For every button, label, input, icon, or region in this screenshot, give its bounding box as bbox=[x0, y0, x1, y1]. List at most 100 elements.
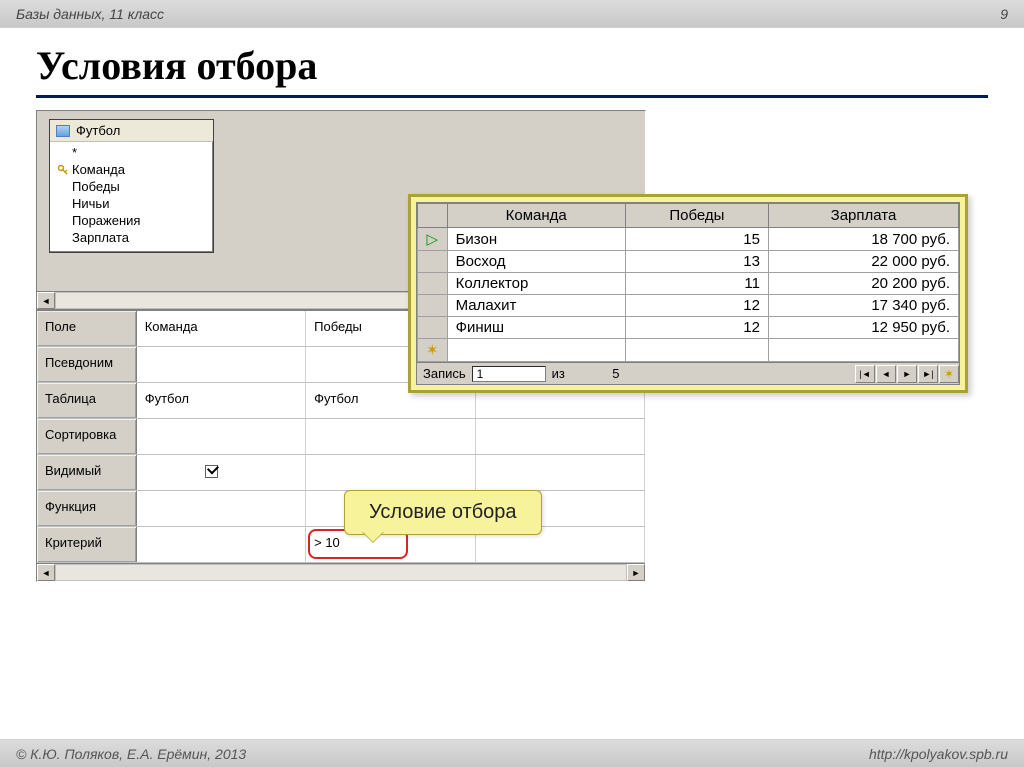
row-selector[interactable] bbox=[418, 273, 448, 295]
field-item[interactable]: Поражения bbox=[50, 212, 213, 229]
criteria-callout: Условие отбора bbox=[344, 490, 542, 535]
record-label: Запись bbox=[417, 366, 472, 381]
table-row[interactable]: ▷Бизон1518 700 руб. bbox=[418, 228, 959, 251]
copyright: © К.Ю. Поляков, Е.А. Ерёмин, 2013 bbox=[16, 746, 246, 762]
grid-row-header[interactable]: Функция bbox=[37, 491, 137, 526]
row-selector[interactable] bbox=[418, 295, 448, 317]
results-table[interactable]: Команда Победы Зарплата ▷Бизон1518 700 р… bbox=[417, 203, 959, 362]
cell-salary[interactable] bbox=[768, 339, 958, 362]
field-name: Команда bbox=[72, 162, 125, 177]
grid-row-header[interactable]: Таблица bbox=[37, 383, 137, 418]
nav-prev-button[interactable]: ◄ bbox=[876, 365, 896, 383]
slide-footer: © К.Ю. Поляков, Е.А. Ерёмин, 2013 http:/… bbox=[0, 739, 1024, 767]
row-selector-new[interactable]: ✶ bbox=[418, 339, 448, 362]
cell-team[interactable]: Восход bbox=[447, 251, 625, 273]
nav-first-button[interactable]: |◄ bbox=[855, 365, 875, 383]
field-item[interactable]: * bbox=[50, 144, 213, 161]
scroll-left-button[interactable]: ◄ bbox=[37, 564, 55, 581]
col-header[interactable]: Зарплата bbox=[768, 204, 958, 228]
field-name: Поражения bbox=[72, 213, 140, 228]
field-item[interactable]: Команда bbox=[50, 161, 213, 178]
field-name: * bbox=[72, 145, 77, 160]
grid-row: Критерий> 10 bbox=[37, 527, 645, 563]
grid-cell[interactable]: Команда bbox=[137, 311, 306, 346]
table-box-header[interactable]: Футбол bbox=[50, 120, 213, 142]
cell-team[interactable]: Бизон bbox=[447, 228, 625, 251]
grid-row-header[interactable]: Критерий bbox=[37, 527, 137, 562]
cell-salary[interactable]: 22 000 руб. bbox=[768, 251, 958, 273]
nav-last-button[interactable]: ►| bbox=[918, 365, 938, 383]
primary-key-icon bbox=[58, 165, 68, 175]
grid-cell[interactable] bbox=[137, 419, 306, 454]
cell-wins[interactable]: 11 bbox=[625, 273, 768, 295]
field-name: Победы bbox=[72, 179, 120, 194]
grid-row: Сортировка bbox=[37, 419, 645, 455]
callout-text: Условие отбора bbox=[369, 501, 517, 523]
page-title: Условия отбора bbox=[36, 42, 1024, 89]
slide-number: 9 bbox=[1000, 6, 1008, 22]
row-selector-header[interactable] bbox=[418, 204, 448, 228]
scroll-left-button[interactable]: ◄ bbox=[37, 292, 55, 309]
row-selector[interactable]: ▷ bbox=[418, 228, 448, 251]
field-item[interactable]: Зарплата bbox=[50, 229, 213, 246]
record-number-input[interactable]: 1 bbox=[472, 366, 546, 382]
cell-team[interactable] bbox=[447, 339, 625, 362]
cell-team[interactable]: Финиш bbox=[447, 317, 625, 339]
course-label: Базы данных, 11 класс bbox=[16, 6, 164, 22]
cell-wins[interactable]: 12 bbox=[625, 295, 768, 317]
field-name: Ничьи bbox=[72, 196, 109, 211]
grid-cell[interactable]: Футбол bbox=[137, 383, 306, 418]
cell-salary[interactable]: 20 200 руб. bbox=[768, 273, 958, 295]
grid-cell[interactable] bbox=[476, 455, 645, 490]
cell-team[interactable]: Малахит bbox=[447, 295, 625, 317]
grid-cell[interactable] bbox=[137, 455, 306, 490]
table-row[interactable]: Финиш1212 950 руб. bbox=[418, 317, 959, 339]
scroll-track[interactable] bbox=[55, 564, 627, 581]
cell-wins[interactable]: 12 bbox=[625, 317, 768, 339]
table-field-list[interactable]: * Команда Победы Ничьи ПораженияЗарплата bbox=[50, 142, 213, 252]
grid-row-header[interactable]: Видимый bbox=[37, 455, 137, 490]
title-underline bbox=[36, 95, 988, 98]
grid-cell[interactable] bbox=[476, 419, 645, 454]
table-row[interactable]: Восход1322 000 руб. bbox=[418, 251, 959, 273]
cell-salary[interactable]: 12 950 руб. bbox=[768, 317, 958, 339]
nav-next-button[interactable]: ► bbox=[897, 365, 917, 383]
grid-row: Видимый bbox=[37, 455, 645, 491]
table-row[interactable]: Коллектор1120 200 руб. bbox=[418, 273, 959, 295]
grid-cell[interactable] bbox=[137, 527, 306, 562]
scroll-right-button[interactable]: ► bbox=[627, 564, 645, 581]
of-label: из bbox=[546, 366, 571, 381]
grid-cell[interactable] bbox=[137, 491, 306, 526]
cell-team[interactable]: Коллектор bbox=[447, 273, 625, 295]
record-total: 5 bbox=[571, 366, 661, 381]
grid-row: Функция bbox=[37, 491, 645, 527]
lower-hscrollbar[interactable]: ◄ ► bbox=[37, 563, 645, 581]
row-selector[interactable] bbox=[418, 317, 448, 339]
footer-url: http://kpolyakov.spb.ru bbox=[869, 746, 1008, 762]
visible-checkbox[interactable] bbox=[205, 465, 218, 478]
cell-salary[interactable]: 17 340 руб. bbox=[768, 295, 958, 317]
grid-row-header[interactable]: Сортировка bbox=[37, 419, 137, 454]
slide-header: Базы данных, 11 класс 9 bbox=[0, 0, 1024, 28]
query-results-window: Команда Победы Зарплата ▷Бизон1518 700 р… bbox=[408, 194, 968, 393]
grid-row-header[interactable]: Поле bbox=[37, 311, 137, 346]
cell-wins[interactable]: 15 bbox=[625, 228, 768, 251]
new-record-row[interactable]: ✶ bbox=[418, 339, 959, 362]
table-row[interactable]: Малахит1217 340 руб. bbox=[418, 295, 959, 317]
cell-wins[interactable] bbox=[625, 339, 768, 362]
col-header[interactable]: Команда bbox=[447, 204, 625, 228]
cell-salary[interactable]: 18 700 руб. bbox=[768, 228, 958, 251]
field-item[interactable]: Победы bbox=[50, 178, 213, 195]
field-item[interactable]: Ничьи bbox=[50, 195, 213, 212]
table-icon bbox=[56, 125, 70, 137]
cell-wins[interactable]: 13 bbox=[625, 251, 768, 273]
grid-cell[interactable] bbox=[137, 347, 306, 382]
col-header[interactable]: Победы bbox=[625, 204, 768, 228]
table-name: Футбол bbox=[76, 123, 120, 138]
nav-new-record-button[interactable]: ✶ bbox=[939, 365, 959, 383]
grid-row-header[interactable]: Псевдоним bbox=[37, 347, 137, 382]
grid-cell[interactable] bbox=[306, 455, 475, 490]
row-selector[interactable] bbox=[418, 251, 448, 273]
table-fields-box[interactable]: Футбол * Команда Победы Ничьи ПораженияЗарпл… bbox=[49, 119, 214, 253]
grid-cell[interactable] bbox=[306, 419, 475, 454]
